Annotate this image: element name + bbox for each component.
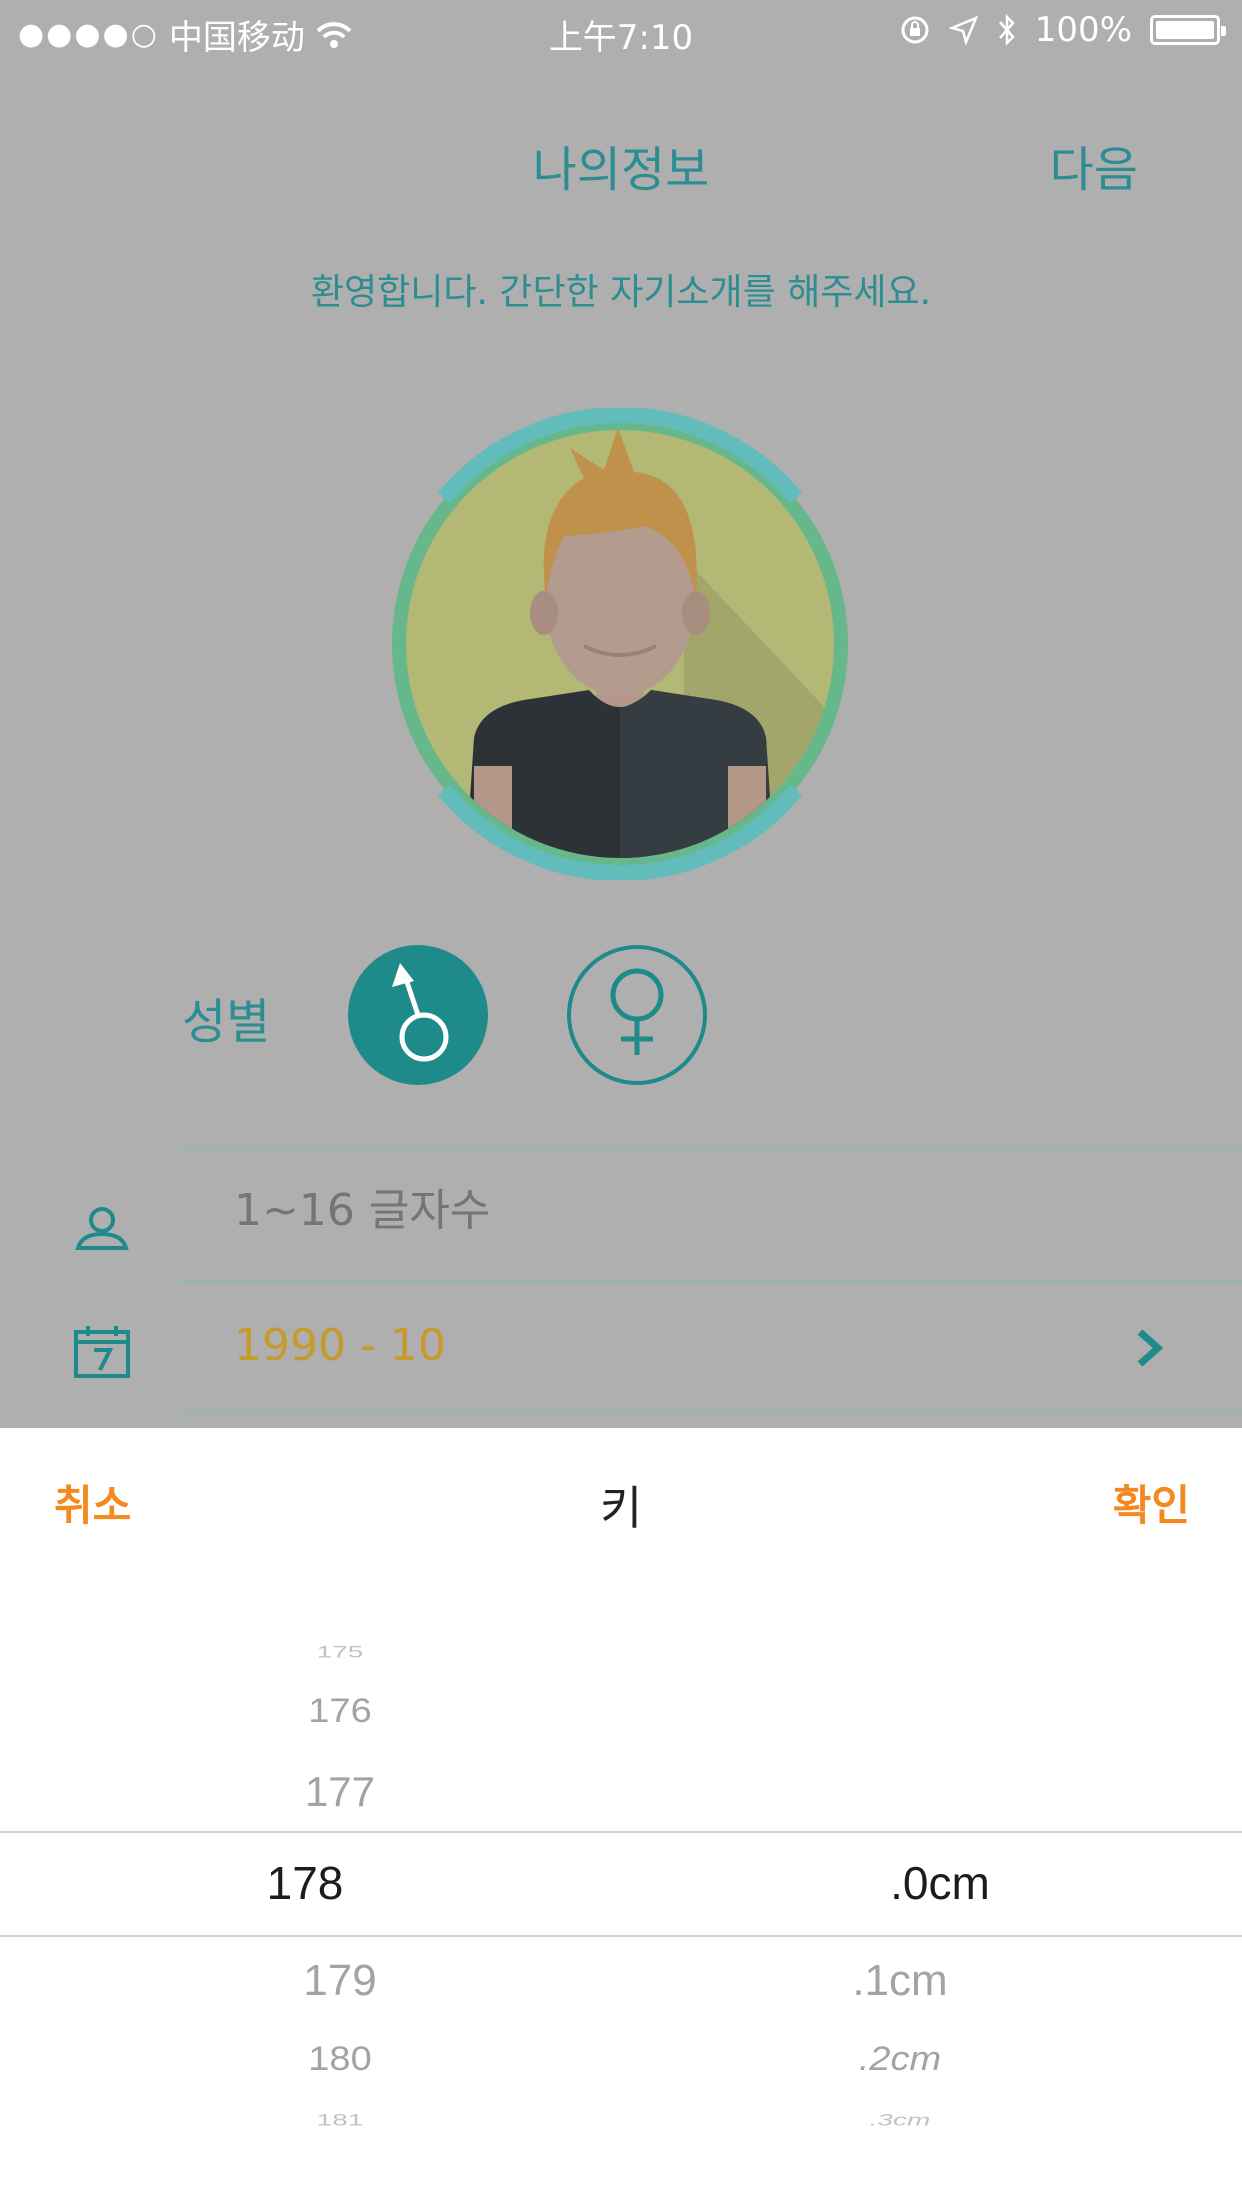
- battery-icon: [1150, 15, 1226, 45]
- picker-decimal-selected[interactable]: .0cm: [820, 1856, 1060, 1910]
- picker-integer-item[interactable]: 177: [240, 1768, 440, 1816]
- picker-selection-top-line: [0, 1831, 1242, 1833]
- female-button[interactable]: [567, 945, 707, 1085]
- confirm-button[interactable]: 확인: [1113, 1472, 1190, 1533]
- user-icon: [75, 1207, 129, 1250]
- nickname-input[interactable]: [234, 1185, 1134, 1236]
- next-button[interactable]: 다음: [1050, 130, 1138, 200]
- bluetooth-icon: [998, 13, 1015, 47]
- chevron-right-icon[interactable]: [1130, 1326, 1170, 1370]
- location-icon: [948, 15, 979, 45]
- divider: [182, 1412, 1242, 1414]
- welcome-message: 환영합니다. 간단한 자기소개를 해주세요.: [310, 272, 932, 313]
- avatar[interactable]: [384, 408, 856, 880]
- divider: [182, 1280, 1242, 1282]
- gender-label: 성별: [182, 994, 271, 1050]
- height-picker-sheet: 취소 키 확인: [0, 1428, 1242, 2208]
- birth-date-value[interactable]: 1990 - 10: [234, 1320, 446, 1371]
- calendar-icon: [74, 1326, 130, 1378]
- rotation-lock-icon: [901, 16, 929, 44]
- female-symbol-icon: [610, 968, 664, 1055]
- picker-integer-selected[interactable]: 178: [205, 1856, 405, 1910]
- picker-selection-bottom-line: [0, 1935, 1242, 1937]
- picker-integer-item[interactable]: 181: [240, 2110, 440, 2129]
- picker-decimal-item[interactable]: .3cm: [780, 2110, 1020, 2129]
- picker-decimal-item[interactable]: .2cm: [780, 2040, 1020, 2079]
- status-bar: ●●●●○ 中国移动 上午7:10 100%: [0, 0, 1242, 60]
- picker-integer-item[interactable]: 180: [240, 2040, 440, 2079]
- divider: [182, 1148, 1242, 1150]
- picker-title: 키: [599, 1481, 643, 1535]
- male-symbol-icon: [392, 963, 449, 1062]
- picker-integer-item[interactable]: 176: [240, 1692, 440, 1731]
- male-button[interactable]: [348, 945, 488, 1085]
- battery-percent: 100%: [1034, 10, 1132, 50]
- picker-integer-item[interactable]: 175: [240, 1642, 440, 1661]
- picker-decimal-item[interactable]: .1cm: [780, 1956, 1020, 2006]
- picker-integer-item[interactable]: 179: [240, 1956, 440, 2006]
